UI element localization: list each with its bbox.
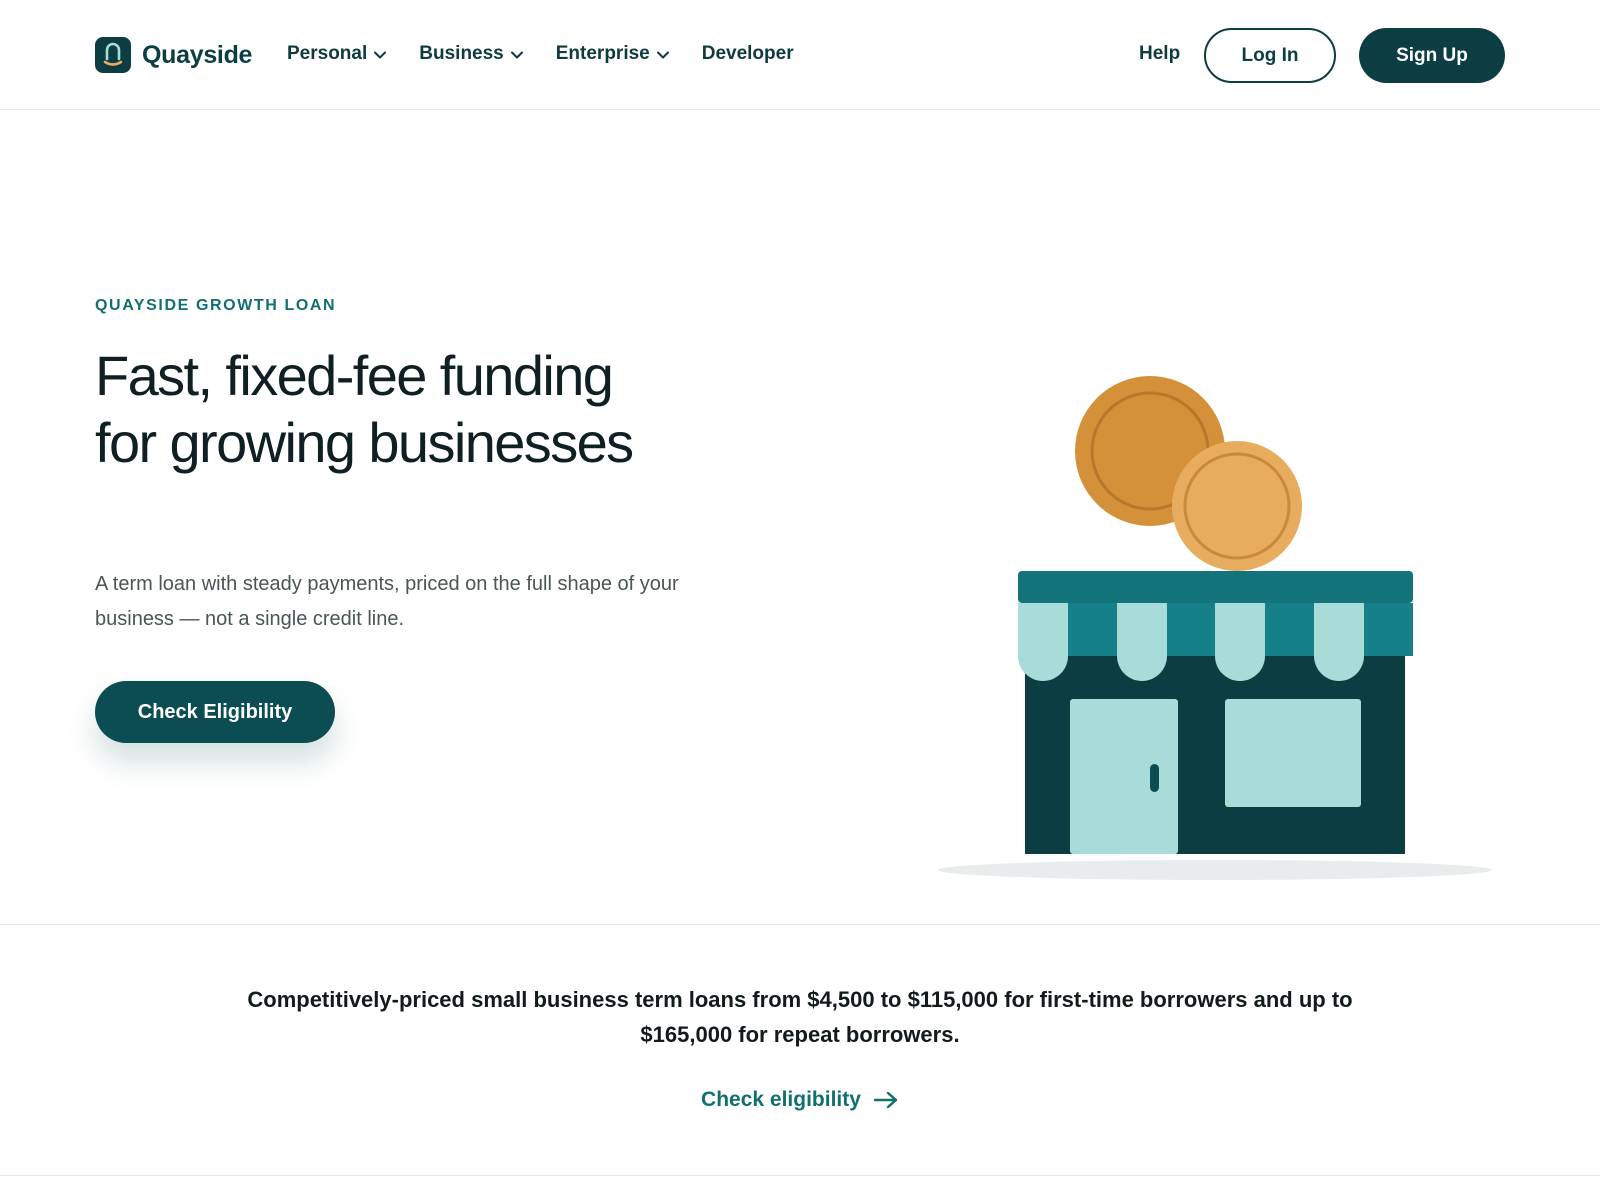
hero-subcopy: A term loan with steady payments, priced… bbox=[95, 573, 679, 630]
hero-eyebrow: QUAYSIDE GROWTH LOAN bbox=[95, 297, 337, 314]
nav-item-developer[interactable]: Developer bbox=[702, 41, 794, 67]
nav-item-label: Enterprise bbox=[555, 43, 650, 64]
main-nav: Personal Business Enterprise Developer bbox=[287, 41, 827, 67]
help-link[interactable]: Help bbox=[1139, 41, 1180, 67]
storefront-with-coins-illustration bbox=[930, 260, 1500, 890]
nav-item-enterprise[interactable]: Enterprise bbox=[556, 41, 669, 67]
loan-range-section: Competitively-priced small business term… bbox=[0, 926, 1600, 1176]
login-button[interactable]: Log In bbox=[1204, 28, 1336, 83]
check-eligibility-link[interactable]: Check eligibility bbox=[0, 1088, 1600, 1112]
loan-range-text: Competitively-priced small business term… bbox=[247, 987, 1353, 1047]
chevron-down-icon bbox=[656, 51, 669, 59]
check-eligibility-button[interactable]: Check Eligibility bbox=[95, 681, 335, 743]
arrow-right-icon bbox=[873, 1091, 898, 1109]
signup-button[interactable]: Sign Up bbox=[1359, 28, 1505, 83]
nav-item-personal[interactable]: Personal bbox=[287, 41, 387, 67]
nav-item-business[interactable]: Business bbox=[419, 41, 523, 67]
nav-item-label: Developer bbox=[701, 43, 794, 64]
chevron-down-icon bbox=[374, 51, 387, 59]
nav-item-label: Personal bbox=[287, 43, 368, 64]
brand-name: Quayside bbox=[142, 40, 253, 69]
site-header: Quayside Personal Business Enterprise De… bbox=[0, 0, 1600, 110]
brand-logo[interactable]: Quayside bbox=[95, 37, 252, 73]
nav-item-label: Business bbox=[419, 43, 504, 64]
hero-headline: Fast, fixed-fee funding for growing busi… bbox=[95, 344, 634, 474]
anchor-mark-icon bbox=[95, 37, 131, 73]
check-eligibility-link-label: Check eligibility bbox=[701, 1088, 861, 1111]
chevron-down-icon bbox=[510, 51, 523, 59]
hero-section: QUAYSIDE GROWTH LOAN Fast, fixed-fee fun… bbox=[0, 110, 1600, 925]
